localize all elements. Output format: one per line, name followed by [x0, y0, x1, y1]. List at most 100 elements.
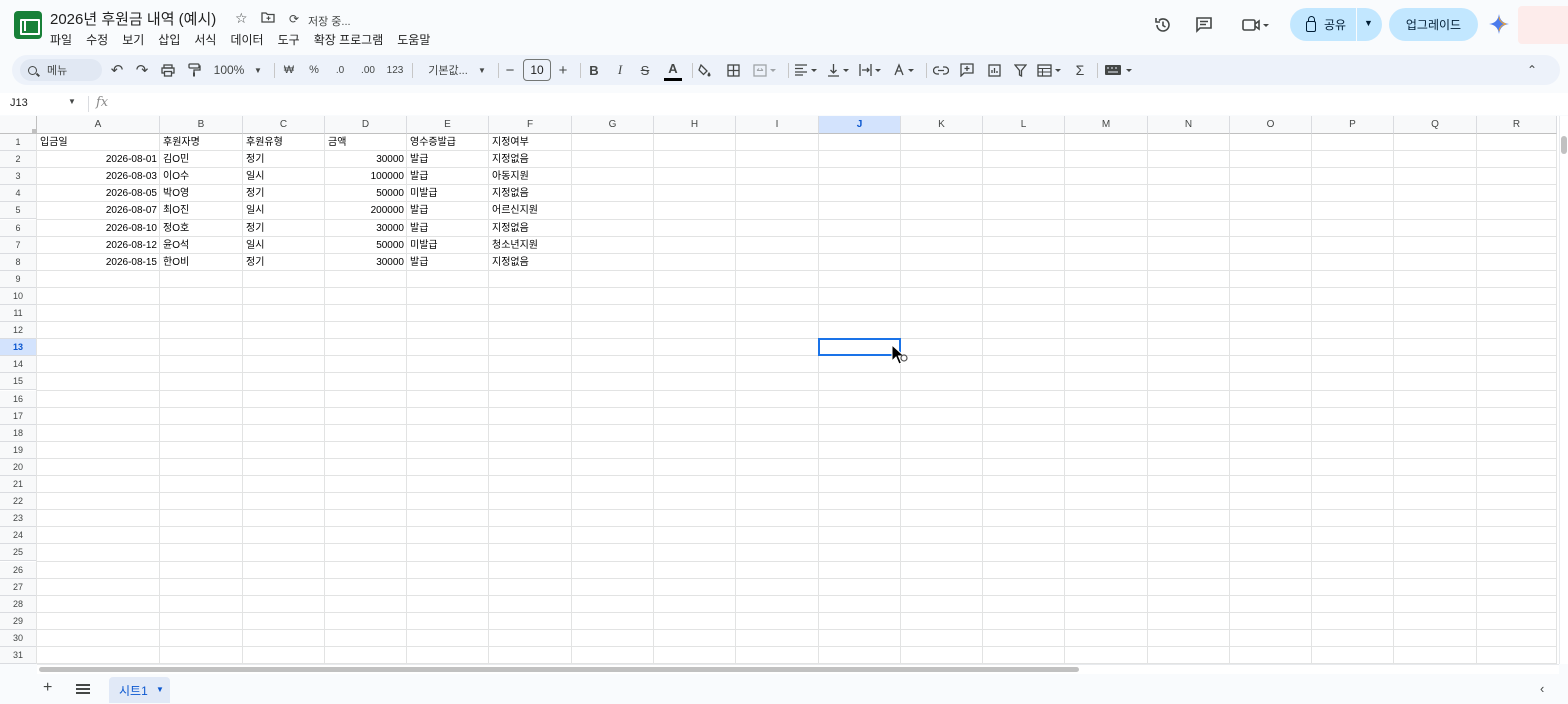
- text-color-button[interactable]: A: [664, 61, 682, 81]
- column-header-G[interactable]: G: [572, 116, 654, 134]
- row-header-13[interactable]: 13: [0, 339, 37, 357]
- row-header-15[interactable]: 15: [0, 373, 37, 391]
- spreadsheet-grid[interactable]: A B C D E F G H I J K L M N O P Q R 1 2 3 4 5 6 7 8 9 10 11 12 13 14 15 1…: [0, 116, 1568, 664]
- increase-font-size-button[interactable]: +: [555, 55, 571, 85]
- table-cell[interactable]: 100000: [325, 168, 407, 185]
- horizontal-scrollbar[interactable]: [37, 664, 1559, 674]
- share-button[interactable]: 공유 ▼: [1290, 8, 1382, 41]
- font-family-select[interactable]: 기본값...: [420, 55, 476, 85]
- video-icon[interactable]: [1236, 10, 1276, 40]
- row-header-4[interactable]: 4: [0, 185, 37, 203]
- fill-color-icon[interactable]: [696, 55, 714, 85]
- table-cell[interactable]: 지정없음: [489, 185, 572, 202]
- table-cell[interactable]: 50000: [325, 185, 407, 202]
- row-header-14[interactable]: 14: [0, 356, 37, 374]
- header-cell[interactable]: 지정여부: [489, 134, 572, 151]
- column-header-B[interactable]: B: [160, 116, 243, 134]
- header-cell[interactable]: 영수증발급: [407, 134, 489, 151]
- row-header-23[interactable]: 23: [0, 510, 37, 528]
- row-header-16[interactable]: 16: [0, 390, 37, 408]
- select-all-corner[interactable]: [0, 116, 37, 134]
- menu-extensions[interactable]: 확장 프로그램: [314, 30, 391, 49]
- sheet-tab-dropdown-icon[interactable]: ▼: [156, 685, 164, 694]
- font-dropdown-icon[interactable]: ▼: [476, 55, 488, 85]
- currency-format-button[interactable]: ₩: [280, 55, 298, 85]
- table-cell[interactable]: 발급: [407, 202, 489, 219]
- horizontal-scroll-thumb[interactable]: [39, 667, 1079, 672]
- table-cell[interactable]: 일시: [243, 237, 325, 254]
- row-header-26[interactable]: 26: [0, 561, 37, 579]
- bold-button[interactable]: B: [585, 55, 603, 85]
- table-cell[interactable]: 한O비: [160, 254, 243, 271]
- link-icon[interactable]: [931, 55, 951, 85]
- decrease-font-size-button[interactable]: −: [503, 55, 517, 85]
- table-cell[interactable]: 박O영: [160, 185, 243, 202]
- table-cell[interactable]: 2026-08-01: [37, 151, 160, 168]
- row-header-29[interactable]: 29: [0, 612, 37, 630]
- column-header-C[interactable]: C: [243, 116, 325, 134]
- zoom-select[interactable]: 100%: [211, 55, 247, 85]
- table-cell[interactable]: 지정없음: [489, 151, 572, 168]
- comment-icon[interactable]: [1189, 10, 1219, 40]
- column-header-E[interactable]: E: [407, 116, 489, 134]
- decrease-decimal-button[interactable]: .0: [330, 55, 350, 85]
- table-cell[interactable]: 2026-08-12: [37, 237, 160, 254]
- table-view-icon[interactable]: [1035, 55, 1065, 85]
- side-panel-toggle-icon[interactable]: ‹: [1540, 681, 1544, 696]
- name-box[interactable]: J13: [10, 97, 28, 109]
- column-header-M[interactable]: M: [1065, 116, 1148, 134]
- number-format-button[interactable]: 123: [384, 55, 406, 85]
- history-icon[interactable]: [1148, 10, 1178, 40]
- folder-icon[interactable]: [261, 10, 275, 26]
- row-header-1[interactable]: 1: [0, 134, 37, 152]
- row-header-11[interactable]: 11: [0, 305, 37, 323]
- row-header-2[interactable]: 2: [0, 151, 37, 169]
- menu-help[interactable]: 도움말: [397, 30, 437, 49]
- table-cell[interactable]: 정기: [243, 185, 325, 202]
- row-header-24[interactable]: 24: [0, 527, 37, 545]
- italic-button[interactable]: I: [611, 55, 629, 85]
- column-header-K[interactable]: K: [901, 116, 983, 134]
- table-cell[interactable]: 김O민: [160, 151, 243, 168]
- column-header-F[interactable]: F: [489, 116, 572, 134]
- column-header-I[interactable]: I: [736, 116, 819, 134]
- row-header-18[interactable]: 18: [0, 424, 37, 442]
- merge-icon[interactable]: [750, 55, 780, 85]
- menu-view[interactable]: 보기: [122, 30, 151, 49]
- table-cell[interactable]: 정기: [243, 220, 325, 237]
- table-cell[interactable]: 2026-08-10: [37, 220, 160, 237]
- table-cell[interactable]: 일시: [243, 202, 325, 219]
- row-header-27[interactable]: 27: [0, 578, 37, 596]
- table-cell[interactable]: 발급: [407, 151, 489, 168]
- header-cell[interactable]: 후원자명: [160, 134, 243, 151]
- row-header-12[interactable]: 12: [0, 322, 37, 340]
- vertical-scrollbar[interactable]: [1559, 116, 1568, 664]
- table-cell[interactable]: 정기: [243, 151, 325, 168]
- menu-file[interactable]: 파일: [50, 30, 79, 49]
- table-cell[interactable]: 최O진: [160, 202, 243, 219]
- table-cell[interactable]: 2026-08-15: [37, 254, 160, 271]
- menu-format[interactable]: 서식: [194, 30, 223, 49]
- row-header-6[interactable]: 6: [0, 219, 37, 237]
- chart-icon[interactable]: [984, 55, 1004, 85]
- table-cell[interactable]: 발급: [407, 168, 489, 185]
- table-cell[interactable]: 청소년지원: [489, 237, 572, 254]
- menu-insert[interactable]: 삽입: [158, 30, 187, 49]
- table-cell[interactable]: 지정없음: [489, 220, 572, 237]
- table-cell[interactable]: 일시: [243, 168, 325, 185]
- table-cell[interactable]: 미발급: [407, 237, 489, 254]
- table-cell[interactable]: 2026-08-07: [37, 202, 160, 219]
- borders-icon[interactable]: [724, 55, 742, 85]
- column-header-J[interactable]: J: [819, 116, 901, 134]
- column-header-H[interactable]: H: [654, 116, 736, 134]
- row-header-30[interactable]: 30: [0, 629, 37, 647]
- table-cell[interactable]: 50000: [325, 237, 407, 254]
- function-icon[interactable]: Σ: [1071, 55, 1089, 85]
- column-header-R[interactable]: R: [1477, 116, 1557, 134]
- row-header-7[interactable]: 7: [0, 236, 37, 254]
- column-header-Q[interactable]: Q: [1394, 116, 1477, 134]
- column-header-N[interactable]: N: [1148, 116, 1230, 134]
- row-header-21[interactable]: 21: [0, 476, 37, 494]
- vertical-scroll-thumb[interactable]: [1561, 136, 1567, 154]
- table-cell[interactable]: 윤O석: [160, 237, 243, 254]
